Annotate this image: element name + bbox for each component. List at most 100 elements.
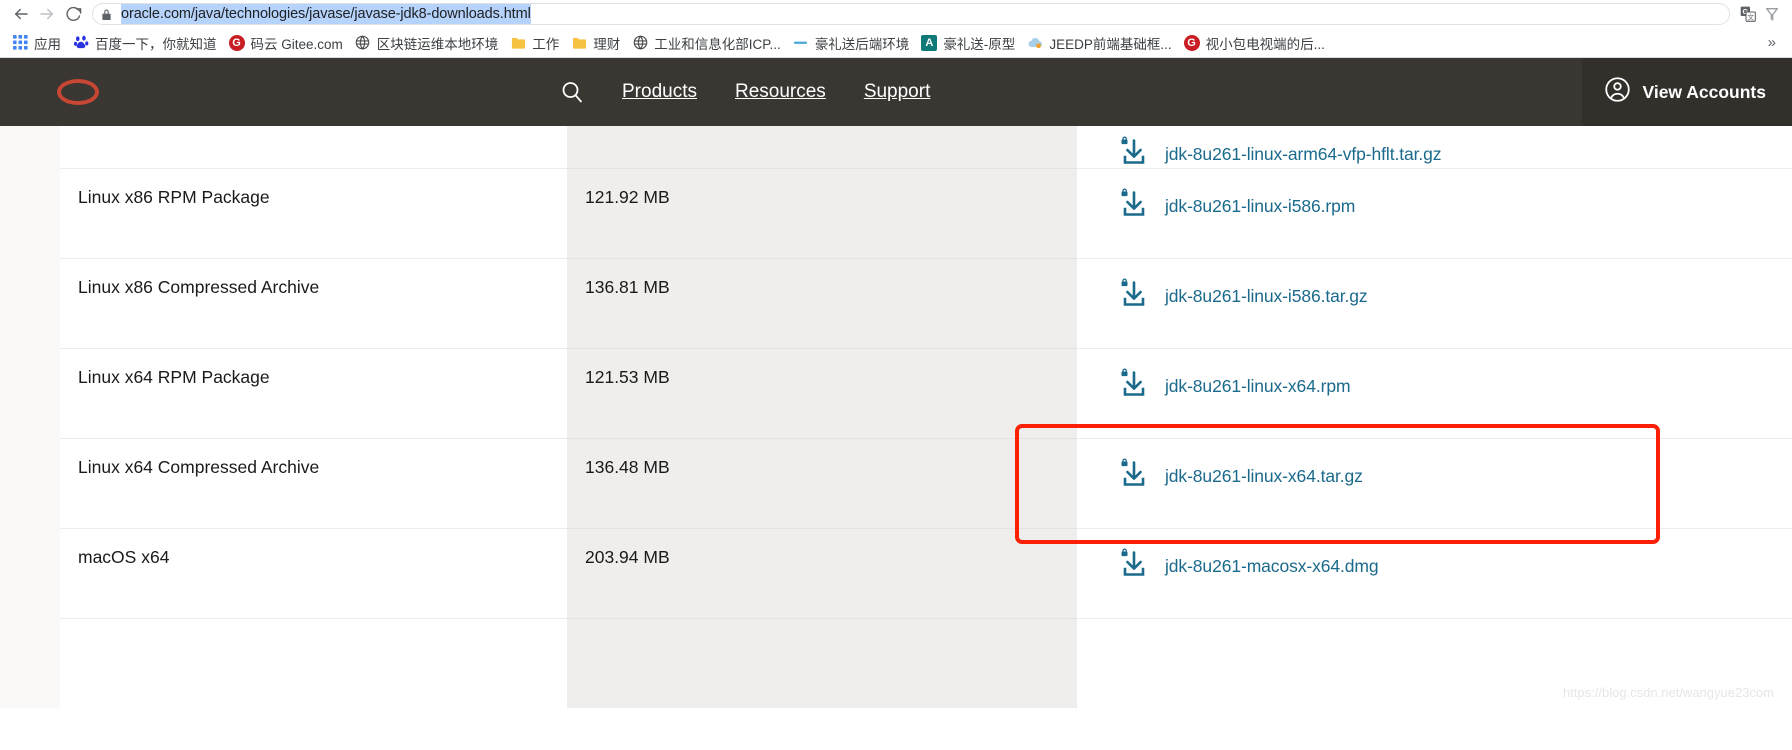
bookmark-label: 豪礼送-原型 <box>943 36 1016 52</box>
bookmark-item[interactable]: JEEDP前端基础框... <box>1021 31 1177 55</box>
axure-icon: A <box>921 34 938 51</box>
download-link[interactable]: jdk-8u261-macosx-x64.dmg <box>1117 547 1379 586</box>
table-row: jdk-8u261-linux-arm64-vfp-hflt.tar.gz <box>0 126 1792 168</box>
globe-icon <box>632 35 648 51</box>
oracle-logo[interactable] <box>57 79 99 105</box>
table-row: Linux x64 RPM Package 121.53 MB jdk-8u261-… <box>0 348 1792 438</box>
cell-download-link: jdk-8u261-linux-i586.rpm <box>1077 168 1792 258</box>
cell-file-size <box>567 618 1077 708</box>
download-link[interactable]: jdk-8u261-linux-x64.tar.gz <box>1117 457 1363 496</box>
cloud-icon <box>1027 35 1043 51</box>
cell-file-size: 136.48 MB <box>567 438 1077 528</box>
nav-link-products[interactable]: Products <box>622 81 697 103</box>
bookmark-label: 工作 <box>532 36 560 52</box>
gitee-icon: G <box>1183 34 1200 51</box>
bookmark-item[interactable]: 工作 <box>504 31 565 55</box>
download-filename: jdk-8u261-linux-x64.tar.gz <box>1165 466 1363 486</box>
cell-product-name: Linux x86 Compressed Archive <box>60 258 567 348</box>
cell-download-link: jdk-8u261-linux-x64.rpm <box>1077 348 1792 438</box>
download-filename: jdk-8u261-macosx-x64.dmg <box>1165 556 1379 576</box>
forward-arrow-icon[interactable] <box>34 1 60 27</box>
dash-icon <box>793 35 809 51</box>
browser-chrome: oracle.com/java/technologies/javase/java… <box>0 0 1792 58</box>
folder-icon <box>571 35 587 51</box>
watermark-text: https://blog.csdn.net/wangyue23com <box>1562 685 1774 700</box>
bookmarks-bar: 应用 百度一下，你就知道 G 码云 Gitee.com 区块链运维本地环境 工作 理财 工业和… <box>0 28 1792 58</box>
bookmark-item[interactable]: 豪礼送后端环境 <box>787 31 916 55</box>
bookmark-item[interactable]: G 视小包电视端的后... <box>1178 31 1331 55</box>
gitee-icon: G <box>228 34 245 51</box>
cell-product-name <box>60 126 567 168</box>
bookmark-label: 码云 Gitee.com <box>250 36 343 52</box>
bookmark-item[interactable]: A 豪礼送-原型 <box>915 31 1021 55</box>
table-row: Linux x86 Compressed Archive 136.81 MB jdk… <box>0 258 1792 348</box>
table-row: Linux x64 Compressed Archive 136.48 MB jdk… <box>0 438 1792 528</box>
bookmark-item[interactable]: 百度一下，你就知道 <box>67 31 223 55</box>
bookmark-item[interactable]: 工业和信息化部ICP... <box>626 31 787 55</box>
site-header: Products Resources Support View Accounts <box>0 58 1792 126</box>
downloads-table: jdk-8u261-linux-arm64-vfp-hflt.tar.gz Lin… <box>0 126 1792 708</box>
download-lock-icon <box>1117 277 1151 316</box>
bookmark-label: 应用 <box>34 36 61 52</box>
cell-file-size <box>567 126 1077 168</box>
cell-product-name: Linux x86 RPM Package <box>60 168 567 258</box>
download-filename: jdk-8u261-linux-arm64-vfp-hflt.tar.gz <box>1165 144 1442 164</box>
google-translate-icon[interactable]: G 文 <box>1736 2 1760 26</box>
globe-icon <box>355 35 371 51</box>
cell-download-link: jdk-8u261-linux-x64.tar.gz <box>1077 438 1792 528</box>
view-accounts-button[interactable]: View Accounts <box>1582 58 1792 126</box>
cell-download-link: jdk-8u261-linux-arm64-vfp-hflt.tar.gz <box>1077 126 1792 168</box>
cell-download-link: jdk-8u261-linux-i586.tar.gz <box>1077 258 1792 348</box>
cell-file-size: 203.94 MB <box>567 528 1077 618</box>
download-filename: jdk-8u261-linux-i586.tar.gz <box>1165 286 1368 306</box>
user-circle-icon <box>1604 76 1631 108</box>
svg-text:文: 文 <box>1747 12 1754 21</box>
apps-grid-icon <box>12 35 28 51</box>
bookmark-label: 工业和信息化部ICP... <box>654 36 781 52</box>
bookmark-item[interactable]: 应用 <box>6 31 67 55</box>
download-filename: jdk-8u261-linux-i586.rpm <box>1165 196 1356 216</box>
bookmark-label: JEEDP前端基础框... <box>1049 36 1172 52</box>
download-filename: jdk-8u261-linux-x64.rpm <box>1165 376 1351 396</box>
address-bar[interactable]: oracle.com/java/technologies/javase/java… <box>92 3 1730 25</box>
bookmarks-overflow-button[interactable]: » <box>1758 34 1786 51</box>
cell-download-link: jdk-8u261-macosx-x64.dmg <box>1077 528 1792 618</box>
download-link[interactable]: jdk-8u261-linux-i586.tar.gz <box>1117 277 1368 316</box>
cell-product-name <box>60 618 567 708</box>
bookmark-label: 豪礼送后端环境 <box>814 36 910 52</box>
cell-file-size: 121.92 MB <box>567 168 1077 258</box>
cell-file-size: 121.53 MB <box>567 348 1077 438</box>
cell-product-name: Linux x64 RPM Package <box>60 348 567 438</box>
download-lock-icon <box>1117 367 1151 406</box>
bookmark-item[interactable]: 理财 <box>565 31 626 55</box>
folder-icon <box>510 35 526 51</box>
browser-toolbar: oracle.com/java/technologies/javase/java… <box>0 0 1792 28</box>
nav-link-resources[interactable]: Resources <box>735 81 826 103</box>
download-link[interactable]: jdk-8u261-linux-x64.rpm <box>1117 367 1351 406</box>
baidu-icon <box>73 34 89 51</box>
url-text: oracle.com/java/technologies/javase/java… <box>121 4 531 24</box>
primary-navigation: Products Resources Support <box>560 80 968 104</box>
download-link[interactable]: jdk-8u261-linux-i586.rpm <box>1117 187 1355 226</box>
back-arrow-icon[interactable] <box>8 1 34 27</box>
bookmark-label: 区块链运维本地环境 <box>376 36 499 52</box>
cell-product-name: macOS x64 <box>60 528 567 618</box>
bookmark-label: 理财 <box>593 36 621 52</box>
padlock-icon <box>101 8 113 21</box>
view-accounts-label: View Accounts <box>1642 81 1766 102</box>
bookmark-item[interactable]: G 码云 Gitee.com <box>223 31 349 55</box>
download-lock-icon <box>1117 187 1151 226</box>
cell-file-size: 136.81 MB <box>567 258 1077 348</box>
table-row <box>0 618 1792 708</box>
table-row: macOS x64 203.94 MB jdk-8u261-macosx-x64.d… <box>0 528 1792 618</box>
bookmark-item[interactable]: 区块链运维本地环境 <box>349 31 505 55</box>
page-content: jdk-8u261-linux-arm64-vfp-hflt.tar.gz Lin… <box>0 126 1792 708</box>
download-lock-icon <box>1117 457 1151 496</box>
nav-link-support[interactable]: Support <box>864 81 931 103</box>
bookmark-label: 视小包电视端的后... <box>1205 36 1325 52</box>
search-icon[interactable] <box>560 80 584 104</box>
download-lock-icon <box>1117 547 1151 586</box>
reload-icon[interactable] <box>60 1 86 27</box>
cell-product-name: Linux x64 Compressed Archive <box>60 438 567 528</box>
extension-icon[interactable] <box>1760 2 1784 26</box>
